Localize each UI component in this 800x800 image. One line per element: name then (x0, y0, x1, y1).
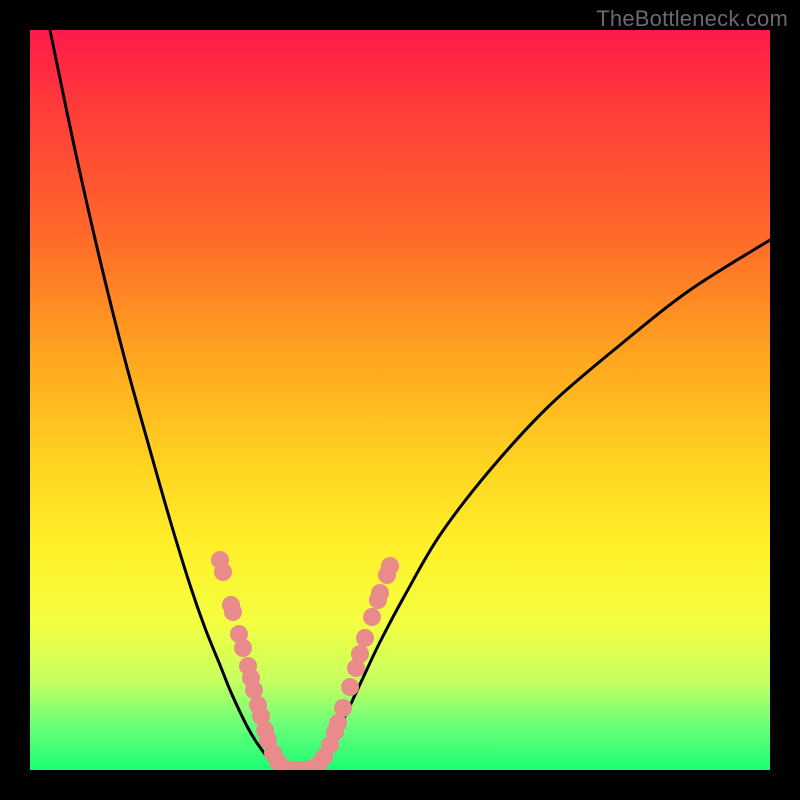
marker-dot (214, 563, 232, 581)
curve-path (50, 30, 770, 770)
chart-frame: TheBottleneck.com (0, 0, 800, 800)
bottleneck-curve (50, 30, 770, 770)
chart-svg (30, 30, 770, 770)
marker-dot (234, 639, 252, 657)
marker-dot (363, 608, 381, 626)
plot-area (30, 30, 770, 770)
marker-dot (381, 557, 399, 575)
watermark-text: TheBottleneck.com (596, 6, 788, 32)
marker-dot (371, 584, 389, 602)
marker-dot (351, 645, 369, 663)
marker-dot (356, 629, 374, 647)
marker-dot (334, 699, 352, 717)
marker-dot (341, 678, 359, 696)
marker-dot (224, 603, 242, 621)
